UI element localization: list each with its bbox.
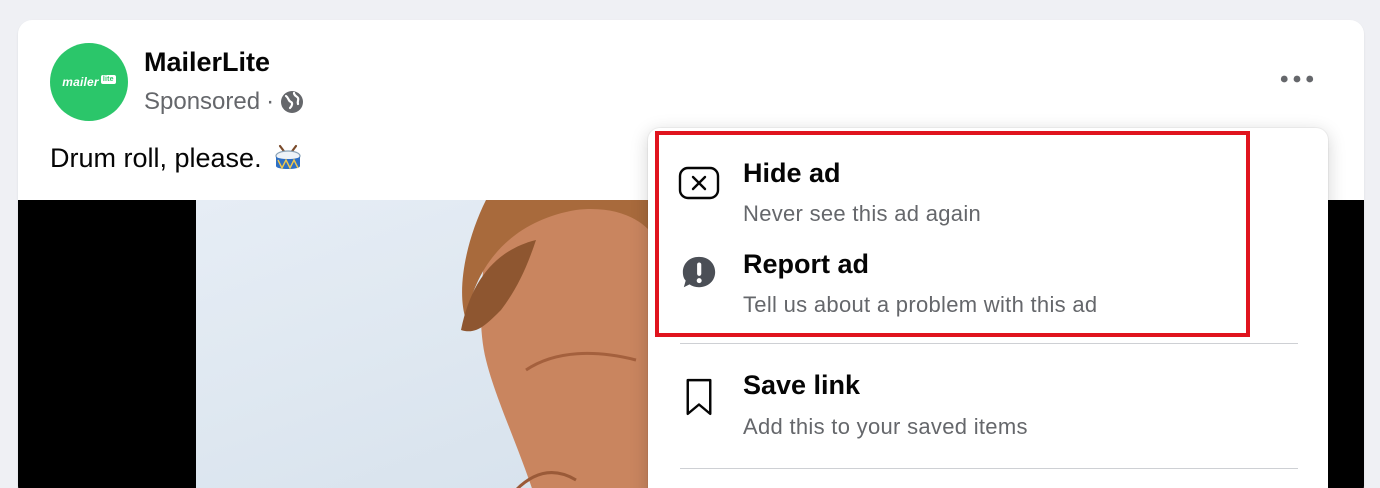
hide-x-icon xyxy=(678,162,720,204)
menu-item-report-ad[interactable]: Report ad Tell us about a problem with t… xyxy=(648,240,1328,328)
mailerlite-logo: mailer lite xyxy=(62,74,116,89)
more-horizontal-icon xyxy=(1280,75,1314,83)
sponsored-label[interactable]: Sponsored xyxy=(144,88,260,116)
hide-ad-subtitle: Never see this ad again xyxy=(743,201,982,226)
post-text: Drum roll, please. xyxy=(50,142,304,174)
menu-item-save-link[interactable]: Save link Add this to your saved items xyxy=(648,360,1328,460)
post-meta: Sponsored · xyxy=(144,88,304,116)
avatar[interactable]: mailer lite xyxy=(50,43,128,121)
bookmark-icon xyxy=(678,376,720,418)
more-options-button[interactable] xyxy=(1270,64,1324,94)
meta-separator: · xyxy=(266,88,275,115)
page-name[interactable]: MailerLite xyxy=(144,47,270,78)
person-photo-image xyxy=(461,200,656,488)
ad-options-menu: Hide ad Never see this ad again Report a… xyxy=(648,128,1328,488)
report-exclamation-icon xyxy=(678,252,720,294)
globe-icon[interactable] xyxy=(280,90,304,114)
post-text-content: Drum roll, please. xyxy=(50,142,262,173)
report-ad-title: Report ad xyxy=(743,249,870,279)
drum-icon xyxy=(272,142,304,174)
page: mailer lite MailerLite Sponsored · Drum … xyxy=(0,0,1380,488)
menu-divider xyxy=(680,343,1298,344)
ad-photo xyxy=(196,200,656,488)
menu-divider xyxy=(680,468,1298,469)
save-link-subtitle: Add this to your saved items xyxy=(743,414,1028,439)
save-link-title: Save link xyxy=(743,370,861,400)
menu-item-hide-ad[interactable]: Hide ad Never see this ad again xyxy=(648,148,1328,236)
report-ad-subtitle: Tell us about a problem with this ad xyxy=(743,292,1098,317)
hide-ad-title: Hide ad xyxy=(743,158,841,188)
